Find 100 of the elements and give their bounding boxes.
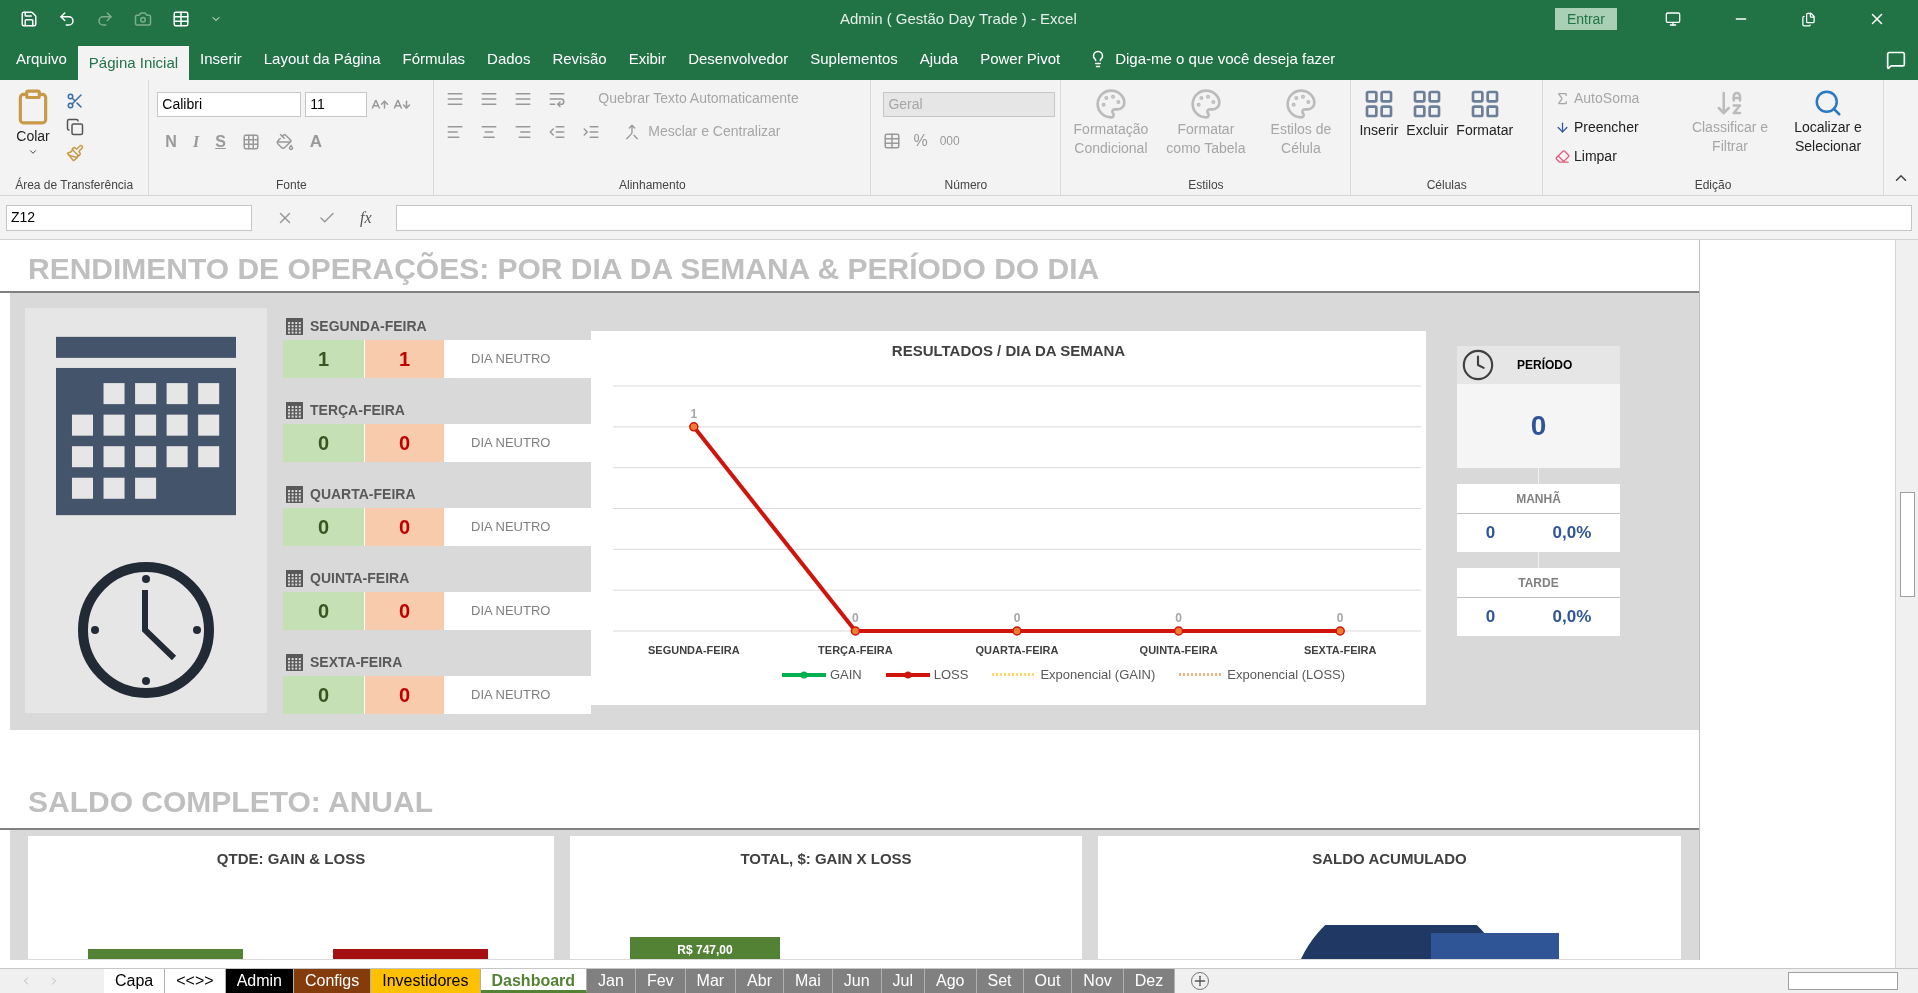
sheet-tab[interactable]: Ago xyxy=(925,969,977,993)
palette-icon xyxy=(1189,88,1222,120)
redo-icon[interactable] xyxy=(96,10,114,28)
undo-icon[interactable] xyxy=(58,10,76,28)
ribbon-tab[interactable]: Ajuda xyxy=(908,46,970,72)
bar-value-label: R$ 747,00 xyxy=(677,942,733,959)
legend-label: Exponencial (GAIN) xyxy=(1040,666,1156,684)
period-count: 0 xyxy=(1485,522,1496,545)
sheet-tab[interactable]: Mai xyxy=(784,969,833,993)
ribbon-tab[interactable]: Arquivo xyxy=(5,46,78,72)
gain-cell: 1 xyxy=(283,340,364,378)
gain-cell: 0 xyxy=(283,592,364,630)
eraser-icon[interactable] xyxy=(1555,149,1570,164)
sheet-tab[interactable]: Jun xyxy=(832,969,882,993)
formula-field[interactable] xyxy=(395,204,1912,231)
sheet-tab[interactable]: Jan xyxy=(587,969,636,993)
sheet-tab[interactable]: Admin xyxy=(225,969,294,993)
group-label: Área de Transferência xyxy=(14,179,135,194)
group-label: Número xyxy=(943,179,989,194)
paintbrush-icon[interactable] xyxy=(66,144,84,162)
paste-button[interactable]: Colar xyxy=(8,88,58,179)
sheet-tab[interactable]: Dez xyxy=(1123,969,1176,993)
loss-cell: 0 xyxy=(364,592,444,630)
ribbon-tab[interactable]: Dados xyxy=(476,46,542,72)
font-size-field[interactable]: 11 xyxy=(305,92,368,117)
ribbon-tab[interactable]: Layout da Página xyxy=(252,46,392,72)
period-total: 0 xyxy=(1457,384,1620,468)
merge-icon[interactable] xyxy=(624,123,641,140)
period-title: PERÍODO xyxy=(1517,356,1573,374)
sheet-tab[interactable]: Mar xyxy=(685,969,737,993)
cells-button[interactable]: Inserir xyxy=(1359,88,1399,179)
ribbon-tab[interactable]: Power Pivot xyxy=(969,46,1072,72)
gain-cell: 0 xyxy=(283,676,364,714)
insert-function-button[interactable]: fx xyxy=(360,205,372,230)
comments-icon[interactable] xyxy=(1886,50,1906,70)
status-cell: DIA NEUTRO xyxy=(444,424,591,462)
ribbon-tab[interactable]: Exibir xyxy=(617,46,678,72)
sheet-tab[interactable]: Capa xyxy=(104,969,166,993)
calendar-icon xyxy=(286,317,303,335)
gain-cell: 0 xyxy=(283,424,364,462)
sheet-tab[interactable]: Set xyxy=(976,969,1024,993)
loss-cell: 0 xyxy=(364,424,444,462)
status-cell: DIA NEUTRO xyxy=(444,592,591,630)
ribbon-tab[interactable]: Fórmulas xyxy=(391,46,477,72)
edit-large-button[interactable]: Localizar e Selecionar xyxy=(1785,88,1871,179)
status-cell: DIA NEUTRO xyxy=(444,676,591,714)
fill-color-icon[interactable] xyxy=(275,132,294,151)
group-label: Células xyxy=(1425,179,1468,194)
chart-title: TOTAL, $: GAIN X LOSS xyxy=(739,849,913,869)
legend-label: GAIN xyxy=(829,666,862,684)
ribbon-tab[interactable]: Desenvolvedor xyxy=(677,46,800,72)
calendar-icon xyxy=(286,401,303,419)
weekday-label: QUARTA-FEIRA xyxy=(310,484,416,504)
loss-cell: 0 xyxy=(364,676,444,714)
restore-icon[interactable] xyxy=(1801,11,1816,27)
copy-icon[interactable] xyxy=(66,118,84,136)
scissors-icon[interactable] xyxy=(66,92,84,110)
edit-button[interactable]: Limpar xyxy=(1574,146,1617,167)
group-label: Fonte xyxy=(274,179,308,194)
loss-cell: 1 xyxy=(364,340,444,378)
sheet-tab[interactable]: Investidores xyxy=(371,969,481,993)
sheet-tab[interactable]: Out xyxy=(1023,969,1073,993)
weekday-label: SEGUNDA-FEIRA xyxy=(310,316,427,336)
group-label: Alinhamento xyxy=(617,179,687,194)
edit-button[interactable]: Preencher xyxy=(1574,117,1639,138)
vertical-scrollbar[interactable] xyxy=(1895,240,1918,968)
period-share: 0,0% xyxy=(1552,522,1592,545)
font-name-field[interactable]: Calibri xyxy=(157,92,302,117)
cells-button[interactable]: Formatar xyxy=(1456,88,1514,179)
camera-icon[interactable] xyxy=(134,10,152,28)
sheet-tab[interactable]: Abr xyxy=(736,969,784,993)
arrow-down-icon[interactable] xyxy=(1555,120,1570,135)
section-title: SALDO COMPLETO: ANUAL xyxy=(28,785,433,818)
sign-in-button[interactable]: Entrar xyxy=(1554,8,1617,30)
sheet-tab[interactable]: <<>> xyxy=(165,969,226,993)
sheet-tab[interactable]: Nov xyxy=(1072,969,1124,993)
save-icon[interactable] xyxy=(20,10,38,28)
borders-icon[interactable] xyxy=(241,132,260,151)
palette-icon xyxy=(1284,88,1317,120)
ribbon-tab[interactable]: Página Inicial xyxy=(77,46,190,80)
calendar-icon xyxy=(286,653,303,671)
sheet-tab[interactable]: Configs xyxy=(294,969,372,993)
period-label: MANHÃ xyxy=(1457,484,1620,514)
tell-me-field[interactable]: Diga-me o que você deseja fazer xyxy=(1115,47,1336,71)
cells-button[interactable]: Excluir xyxy=(1406,88,1449,179)
caret-icon[interactable] xyxy=(28,147,38,157)
sheet-tab[interactable]: Dashboard xyxy=(480,969,588,993)
period-label: TARDE xyxy=(1457,568,1620,598)
data-label: 0 xyxy=(852,611,859,625)
name-box[interactable]: Z12 xyxy=(6,204,252,231)
group-label: Estilos xyxy=(1187,179,1225,194)
ribbon-tab[interactable]: Inserir xyxy=(189,46,253,72)
horizontal-scrollbar[interactable] xyxy=(1788,972,1898,990)
legend-label: LOSS xyxy=(933,666,969,684)
ribbon-tab[interactable]: Revisão xyxy=(541,46,618,72)
sigma-icon[interactable] xyxy=(1555,91,1570,106)
ribbon-tab[interactable]: Suplementos xyxy=(799,46,909,72)
sheet-tab[interactable]: Fev xyxy=(635,969,686,993)
axis-label: QUINTA-FEIRA xyxy=(1139,644,1218,656)
sheet-tab[interactable]: Jul xyxy=(881,969,926,993)
